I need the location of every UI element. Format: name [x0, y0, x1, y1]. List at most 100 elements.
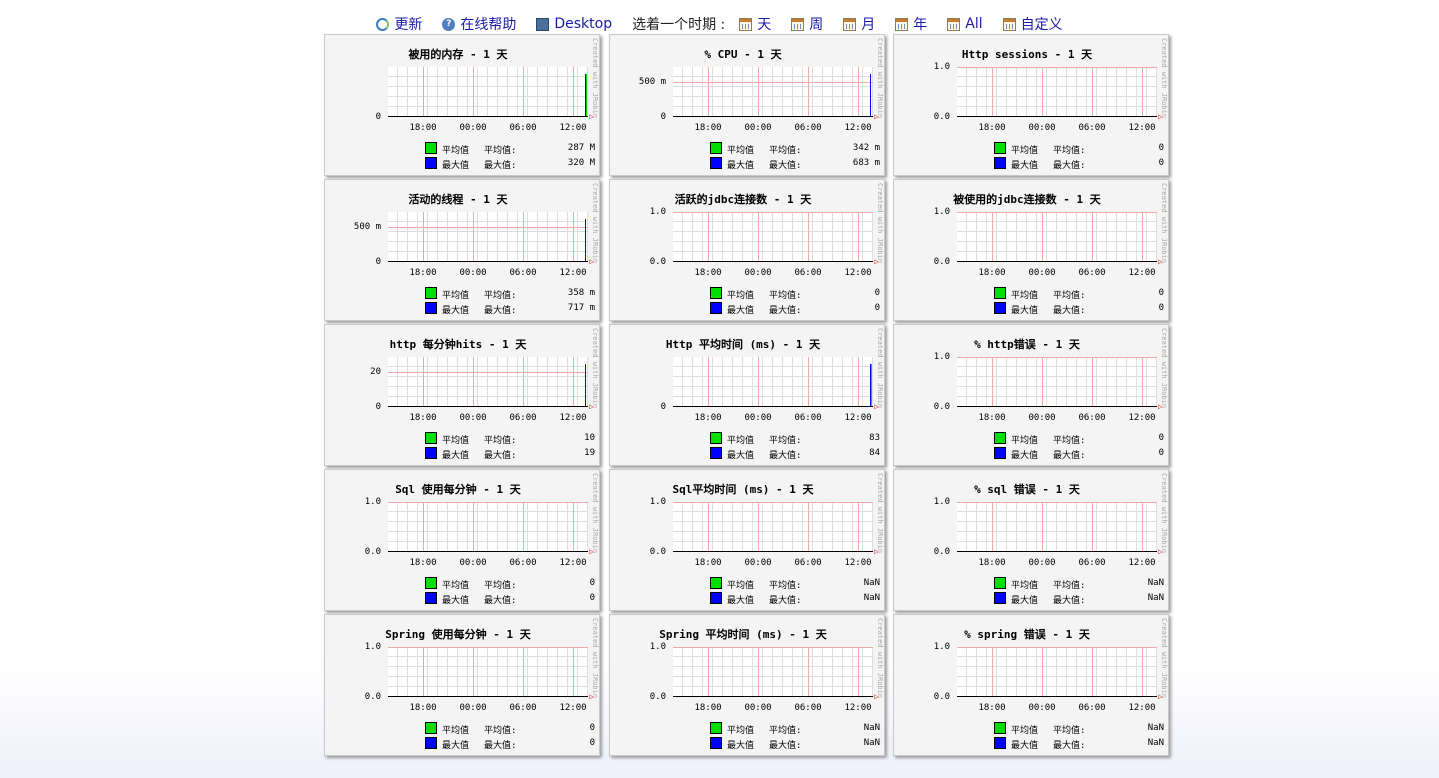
chart-panel[interactable]: % http错误 - 1 天 ▷ 0.0 1.0 18:00 00:00 06:00 12:0… — [893, 324, 1169, 466]
major-gridline — [1042, 502, 1043, 551]
chart-series-spike — [586, 74, 587, 116]
chart-series-spike — [585, 219, 586, 261]
legend-value: 83 — [869, 433, 880, 443]
chart-plot-area: ▷ — [388, 67, 594, 121]
legend-swatch-max — [425, 302, 437, 314]
period-day-link[interactable]: 天 — [739, 14, 771, 34]
jrobin-credit: Created with JRobin — [591, 183, 599, 264]
legend-avg: 平均值 平均值: 10 — [425, 432, 595, 446]
legend-value: NaN — [1147, 593, 1164, 603]
legend-value: 0 — [589, 578, 595, 588]
x-tick-label: 00:00 — [459, 123, 487, 133]
legend-stat-label: 平均值: — [1053, 146, 1086, 156]
period-all-link[interactable]: All — [947, 16, 983, 32]
legend-series-name: 平均值 — [727, 436, 755, 446]
period-custom-label: 自定义 — [1020, 17, 1063, 33]
chart-panel[interactable]: Http sessions - 1 天 ▷ 0.0 1.0 18:00 00:00 06:0… — [893, 34, 1169, 176]
legend-series-name: 平均值 — [1011, 291, 1039, 301]
major-gridline — [708, 357, 709, 406]
chart-plot-area: ▷ — [957, 67, 1163, 121]
chart-panel[interactable]: http 每分钟hits - 1 天 ▷ 0 20 18:00 00:00 06:00 12:… — [324, 324, 600, 466]
x-tick-label: 06:00 — [794, 268, 822, 278]
legend-swatch-max — [425, 592, 437, 604]
chart-panel[interactable]: % spring 错误 - 1 天 ▷ 0.0 1.0 18:00 00:00 06:00 1… — [893, 614, 1169, 756]
chart-panel[interactable]: 被使用的jdbc连接数 - 1 天 ▷ 0.0 1.0 18:00 00:00 06:00 1… — [893, 179, 1169, 321]
calendar-icon — [1002, 17, 1016, 31]
y-tick-label: 0 — [660, 402, 666, 412]
legend-series-name: 平均值 — [442, 436, 470, 446]
legend-series-name: 最大值 — [1011, 161, 1039, 171]
period-toolbar: 更新 ? 在线帮助 Desktop 选着一个时期 : 天 周 月 年 All 自… — [0, 14, 1439, 34]
chart-title: % CPU - 1 天 — [704, 48, 782, 61]
x-tick-label: 18:00 — [978, 123, 1006, 133]
legend-series-name: 平均值 — [727, 291, 755, 301]
jrobin-credit: Created with JRobin — [876, 473, 884, 554]
x-tick-label: 12:00 — [559, 268, 587, 278]
major-gridline — [388, 502, 588, 503]
desktop-link[interactable]: Desktop — [536, 16, 612, 32]
x-tick-label: 12:00 — [559, 558, 587, 568]
legend-swatch-avg — [994, 287, 1006, 299]
chart-panel[interactable]: Spring 使用每分钟 - 1 天 ▷ 0.0 1.0 18:00 00:00 06:00… — [324, 614, 600, 756]
legend-avg: 平均值 平均值: 83 — [710, 432, 880, 446]
jrobin-credit: Created with JRobin — [876, 183, 884, 264]
legend-series-name: 平均值 — [727, 726, 755, 736]
legend-stat-label: 平均值: — [484, 581, 517, 591]
chart-title: 活动的线程 - 1 天 — [408, 193, 508, 206]
legend-stat-label: 平均值: — [484, 291, 517, 301]
chart-panel[interactable]: 被用的内存 - 1 天 ▷ 0 18:00 00:00 06:00 12:00 Created… — [324, 34, 600, 176]
x-tick-label: 12:00 — [559, 703, 587, 713]
chart-panel[interactable]: % sql 错误 - 1 天 ▷ 0.0 1.0 18:00 00:00 06:00 12:0… — [893, 469, 1169, 611]
legend-swatch-max — [994, 737, 1006, 749]
chart-title: Sql平均时间 (ms) - 1 天 — [672, 483, 814, 496]
legend-stat-label: 最大值: — [1053, 741, 1086, 751]
y-tick-label: 1.0 — [364, 497, 381, 507]
refresh-link[interactable]: 更新 — [376, 14, 422, 34]
legend-swatch-max — [425, 737, 437, 749]
y-tick-label: 0.0 — [649, 547, 666, 557]
period-custom-link[interactable]: 自定义 — [1002, 14, 1063, 34]
major-gridline — [808, 212, 809, 261]
legend-stat-label: 最大值: — [484, 596, 517, 606]
x-tick-label: 06:00 — [1078, 558, 1106, 568]
x-tick-label: 00:00 — [744, 268, 772, 278]
chart-title: 被使用的jdbc连接数 - 1 天 — [953, 193, 1101, 206]
jrobin-credit: Created with JRobin — [876, 328, 884, 409]
period-all-label: All — [965, 16, 983, 32]
chart-panel[interactable]: % CPU - 1 天 ▷ 0 500 m 18:00 00:00 06:00 12:00 Cr… — [609, 34, 885, 176]
y-tick-label: 0.0 — [364, 547, 381, 557]
chart-panel[interactable]: Sql平均时间 (ms) - 1 天 ▷ 0.0 1.0 18:00 00:00 06:00… — [609, 469, 885, 611]
chart-panel[interactable]: 活动的线程 - 1 天 ▷ 0 500 m 18:00 00:00 06:00 12:00 Cr… — [324, 179, 600, 321]
major-gridline — [423, 212, 424, 261]
jrobin-credit: Created with JRobin — [591, 328, 599, 409]
legend-max: 最大值 最大值: 717 m — [425, 302, 595, 316]
period-month-link[interactable]: 月 — [843, 14, 875, 34]
legend-value: 0 — [1158, 158, 1164, 168]
legend-avg: 平均值 平均值: 0 — [710, 287, 880, 301]
y-tick-label: 1.0 — [649, 497, 666, 507]
chart-panel[interactable]: Spring 平均时间 (ms) - 1 天 ▷ 0.0 1.0 18:00 00:00 0… — [609, 614, 885, 756]
help-link[interactable]: ? 在线帮助 — [442, 14, 516, 34]
y-tick-label: 0.0 — [649, 692, 666, 702]
x-tick-label: 06:00 — [509, 123, 537, 133]
legend-max: 最大值 最大值: NaN — [994, 592, 1164, 606]
y-tick-label: 0 — [375, 402, 381, 412]
legend-series-name: 最大值 — [442, 741, 470, 751]
legend-series-name: 平均值 — [1011, 581, 1039, 591]
jrobin-credit: Created with JRobin — [1160, 38, 1168, 119]
legend-value: 0 — [874, 288, 880, 298]
major-gridline — [1092, 647, 1093, 696]
chart-title: Http sessions - 1 天 — [961, 48, 1093, 61]
x-tick-label: 00:00 — [744, 703, 772, 713]
period-week-link[interactable]: 周 — [791, 14, 823, 34]
period-year-link[interactable]: 年 — [895, 14, 927, 34]
chart-panel[interactable]: 活跃的jdbc连接数 - 1 天 ▷ 0.0 1.0 18:00 00:00 06:00 12… — [609, 179, 885, 321]
legend-swatch-max — [425, 157, 437, 169]
chart-plot-area: ▷ — [388, 212, 594, 266]
chart-panel[interactable]: Sql 使用每分钟 - 1 天 ▷ 0.0 1.0 18:00 00:00 06:00 12:… — [324, 469, 600, 611]
major-gridline — [957, 357, 1157, 358]
chart-panel[interactable]: Http 平均时间 (ms) - 1 天 ▷ 0 18:00 00:00 06:00 12:… — [609, 324, 885, 466]
legend-series-name: 平均值 — [442, 581, 470, 591]
period-month-label: 月 — [861, 17, 876, 33]
major-gridline — [808, 502, 809, 551]
